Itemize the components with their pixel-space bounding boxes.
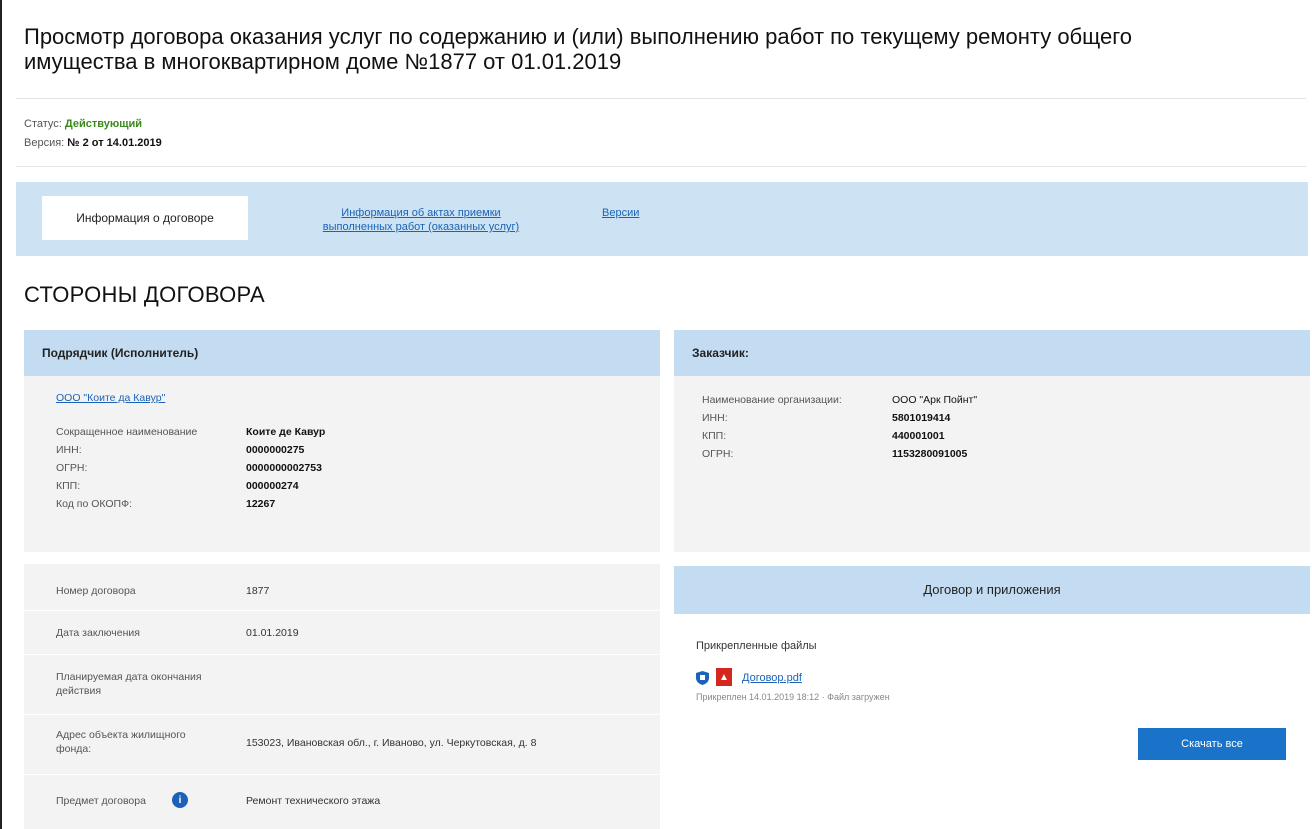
status-label: Статус: [24, 118, 62, 130]
contractor-field-label: КПП: [56, 480, 81, 492]
documents-heading: Договор и приложения [923, 582, 1061, 597]
row-divider [24, 610, 660, 611]
contract-row-label: Адрес объекта жилищного фонда: [56, 728, 186, 756]
tab-acceptance-acts-line1: Информация об актах приемки [341, 207, 501, 219]
status-line: Статус: Действующий [24, 118, 142, 130]
documents-heading-bar: Договор и приложения [674, 566, 1310, 614]
file-note: Прикреплен 14.01.2019 18:12 · Файл загру… [696, 692, 890, 702]
contractor-field-label: Код по ОКОПФ: [56, 498, 132, 510]
customer-field-label: Наименование организации: [702, 394, 842, 406]
title-divider [16, 98, 1306, 99]
version-label: Версия: [24, 137, 65, 149]
customer-field-value: 5801019414 [892, 412, 951, 424]
contractor-field-value: 000000274 [246, 480, 299, 492]
contract-row-label: Номер договора [56, 585, 136, 597]
contract-row-value: 153023, Ивановская обл., г. Иваново, ул.… [246, 737, 537, 749]
contract-row-label-line1: Планируемая дата окончания [56, 671, 202, 683]
contract-row-label-line2: фонда: [56, 743, 92, 755]
section-title: СТОРОНЫ ДОГОВОРА [24, 282, 266, 307]
info-icon[interactable]: i [172, 792, 188, 808]
contract-row-value: 01.01.2019 [246, 627, 299, 639]
tab-bar: Информация о договоре Информация об акта… [16, 182, 1308, 256]
download-all-button[interactable]: Скачать все [1138, 728, 1286, 760]
contract-row-label-line1: Адрес объекта жилищного [56, 729, 186, 741]
tab-acceptance-acts-line2: выполненных работ (оказанных услуг) [322, 221, 520, 233]
customer-panel: Заказчик: Наименование организации: ООО … [674, 330, 1310, 552]
contractor-field-label: ИНН: [56, 444, 82, 456]
contractor-field-value: 0000000002753 [246, 462, 322, 474]
customer-field-label: ИНН: [702, 412, 728, 424]
row-divider [24, 714, 660, 715]
contract-row-value: 1877 [246, 585, 270, 597]
signature-shield-icon[interactable] [696, 671, 709, 685]
contractor-field-value: Коите де Кавур [246, 426, 326, 438]
tab-contract-info[interactable]: Информация о договоре [42, 196, 248, 240]
pdf-icon: ▲ [716, 668, 732, 686]
row-divider [24, 774, 660, 775]
contractor-field-value: 0000000275 [246, 444, 305, 456]
page: Просмотр договора оказания услуг по соде… [0, 0, 1312, 829]
contract-row-value: Ремонт технического этажа [246, 795, 381, 807]
contract-row-label: Дата заключения [56, 627, 140, 639]
contractor-field-value: 12267 [246, 498, 276, 510]
tab-acceptance-acts[interactable]: Информация об актах приемки выполненных … [276, 206, 566, 234]
files-label: Прикрепленные файлы [696, 640, 817, 652]
contract-row-label-line2: действия [56, 685, 102, 697]
contractor-field-label: Сокращенное наименование [56, 426, 198, 438]
page-title-line2: имущества в многоквартирном доме №1877 о… [24, 49, 622, 74]
customer-heading: Заказчик: [674, 330, 1310, 376]
row-divider [24, 654, 660, 655]
contractor-panel: Подрядчик (Исполнитель) ООО "Коите да Ка… [24, 330, 660, 552]
contract-row-label: Планируемая дата окончания действия [56, 670, 202, 698]
customer-field-value: 1153280091005 [892, 448, 968, 460]
customer-field-value: ООО "Арк Пойнт" [892, 394, 978, 406]
contractor-heading: Подрядчик (Исполнитель) [24, 330, 660, 376]
version-value: № 2 от 14.01.2019 [67, 137, 162, 149]
page-title-line1: Просмотр договора оказания услуг по соде… [24, 24, 1133, 49]
contract-row-label: Предмет договора [56, 795, 146, 807]
tab-versions[interactable]: Версии [602, 206, 639, 220]
contractor-field-label: ОГРН: [56, 462, 88, 474]
page-title: Просмотр договора оказания услуг по соде… [24, 24, 1304, 74]
meta-divider [16, 166, 1306, 167]
status-badge: Действующий [64, 118, 143, 130]
version-line: Версия: № 2 от 14.01.2019 [24, 137, 162, 149]
customer-field-label: КПП: [702, 430, 727, 442]
file-link[interactable]: Договор.pdf [742, 672, 802, 684]
contractor-org-link[interactable]: ООО "Коите да Кавур" [56, 392, 165, 404]
contract-details: Номер договора 1877 Дата заключения 01.0… [24, 564, 660, 829]
customer-field-value: 440001001 [892, 430, 945, 442]
customer-field-label: ОГРН: [702, 448, 734, 460]
